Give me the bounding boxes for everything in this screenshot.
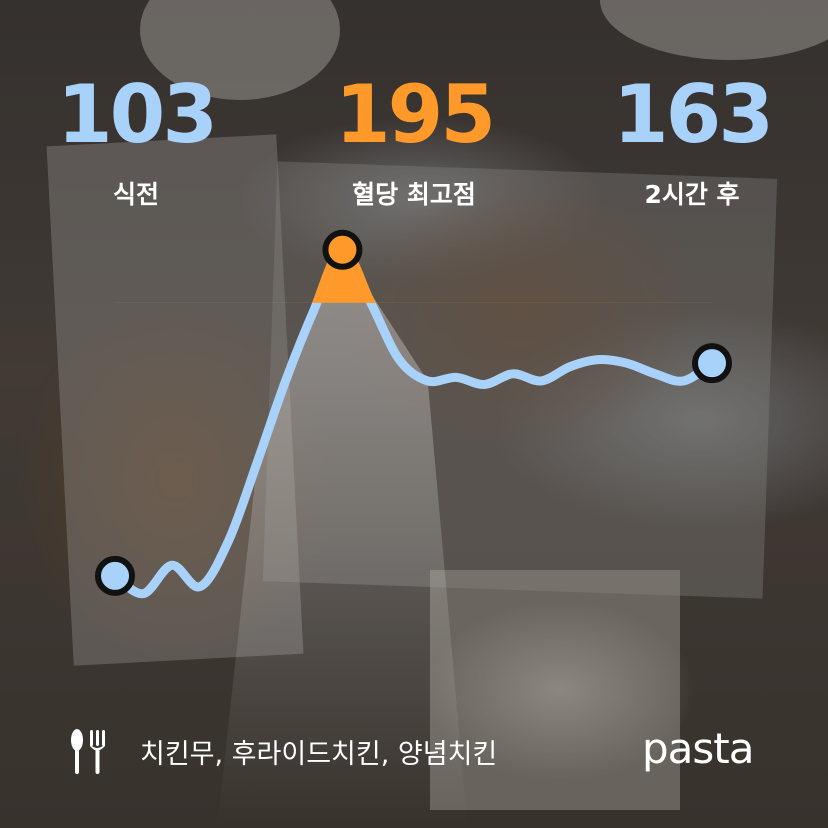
fork-knife-icon <box>71 729 105 774</box>
marker-after <box>692 343 732 384</box>
food-list: 치킨무, 후라이드치킨, 양념치킨 <box>140 739 498 770</box>
marker-peak <box>322 229 363 270</box>
stage: 103 식전 195 혈당 최고점 163 2시간 후 치킨무, 후라이드치킨,… <box>0 0 828 828</box>
marker-before <box>95 555 135 596</box>
brand-logo: pasta <box>642 724 754 773</box>
glucose-chart <box>95 229 732 828</box>
